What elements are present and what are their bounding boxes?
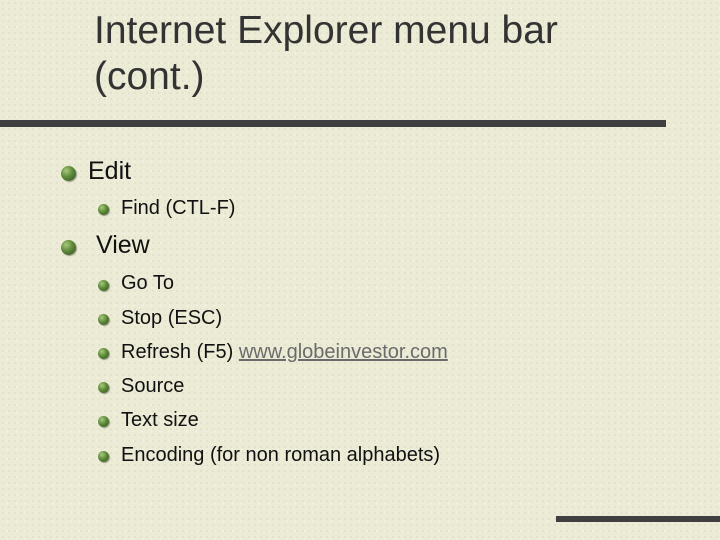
bottom-divider: [556, 516, 720, 522]
item-encoding: Encoding (for non roman alphabets): [121, 444, 441, 466]
sub-bullet-icon: [98, 348, 109, 359]
globeinvestor-link[interactable]: www.globeinvestor.com: [239, 341, 448, 363]
item-refresh-row: Refresh (F5) www.globeinvestor.com: [121, 340, 448, 364]
sub-bullet-icon: [98, 204, 109, 215]
sub-bullet-icon: [98, 416, 109, 427]
title-divider: [0, 120, 666, 127]
section-view-label: View: [96, 231, 150, 259]
section-edit-label: Edit: [88, 157, 132, 185]
sub-bullet-icon: [98, 280, 109, 291]
item-go-to: Go To: [121, 272, 174, 294]
sub-bullet-icon: [98, 451, 109, 462]
title-line-1: Internet Explorer menu bar: [94, 9, 558, 52]
item-stop: Stop (ESC): [121, 307, 223, 329]
slide-title: Internet Explorer menu bar (cont.): [94, 8, 694, 100]
title-line-2: (cont.): [94, 55, 205, 98]
item-source: Source: [121, 375, 185, 397]
item-refresh: Refresh (F5): [121, 341, 234, 363]
bullet-icon: [61, 240, 76, 255]
sub-bullet-icon: [98, 382, 109, 393]
sub-bullet-icon: [98, 314, 109, 325]
item-find: Find (CTL-F): [121, 197, 236, 219]
bullet-icon: [61, 166, 76, 181]
item-text-size: Text size: [121, 409, 199, 431]
